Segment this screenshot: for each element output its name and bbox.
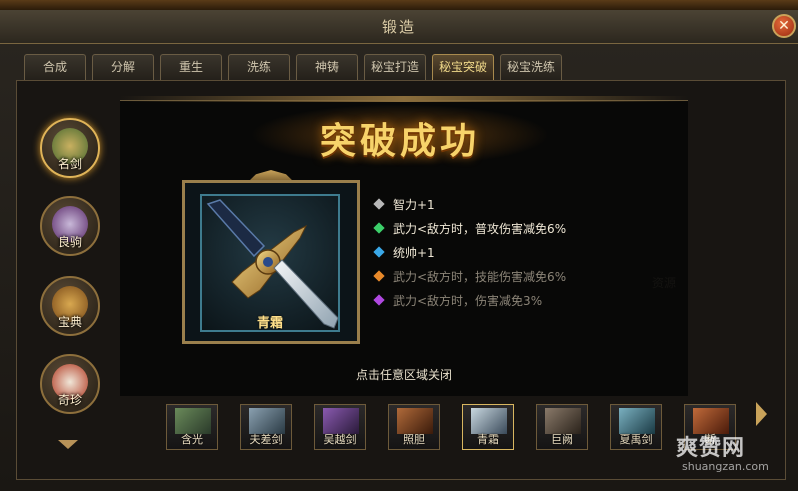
strip-item[interactable]: 巨阙 [536,404,588,450]
strip-item[interactable]: 青霜 [462,404,514,450]
close-icon: ✕ [778,18,790,34]
sword-icon [206,199,339,329]
tab-refine[interactable]: 洗练 [228,54,290,80]
tab-bar: 合成 分解 重生 洗练 神铸 秘宝打造 秘宝突破 秘宝洗练 [24,54,562,80]
category-treasure-book[interactable]: 宝典 [40,276,100,336]
category-rare-treasure[interactable]: 奇珍 [40,354,100,414]
close-hint[interactable]: 点击任意区域关闭 [120,366,688,383]
strip-item[interactable]: 夫差剑 [240,404,292,450]
tab-treasure-refine[interactable]: 秘宝洗练 [500,54,562,80]
watermark-url: shuangzan.com [682,460,769,473]
tab-rebirth[interactable]: 重生 [160,54,222,80]
top-decoration-strip [0,0,798,10]
gem-icon [373,270,385,282]
gem-icon [373,294,385,306]
window-title: 锻造 [381,18,416,36]
item-name: 青霜 [256,316,283,331]
stat-line: 统帅+1 [372,244,435,264]
category-famous-sword[interactable]: 名剑 [40,118,100,178]
tab-treasure-forge[interactable]: 秘宝打造 [364,54,426,80]
strip-item[interactable]: 照胆 [388,404,440,450]
strip-item[interactable]: 夏禹剑 [610,404,662,450]
chevron-down-icon[interactable] [58,440,78,449]
close-button[interactable]: ✕ [772,14,796,38]
category-fine-horse[interactable]: 良驹 [40,196,100,256]
popup-banner-title: 突破成功 [319,120,480,162]
stat-line: 武力<敌方时，普攻伤害减免6% [372,220,566,240]
stat-line: 武力<敌方时，伤害减免3% [372,292,542,312]
watermark-logo: 爽赞网 [676,436,746,461]
tab-divine-cast[interactable]: 神铸 [296,54,358,80]
strip-item[interactable]: 含光 [166,404,218,450]
tab-decompose[interactable]: 分解 [92,54,154,80]
tab-treasure-breakthrough[interactable]: 秘宝突破 [432,54,494,80]
popup-top-ornament [120,96,688,102]
chevron-right-icon[interactable] [756,402,767,426]
tab-synthesis[interactable]: 合成 [24,54,86,80]
gem-icon [373,246,385,258]
stat-line: 智力+1 [372,196,435,216]
gem-icon [373,198,385,210]
strip-item[interactable]: 吴越剑 [314,404,366,450]
gem-icon [373,222,385,234]
stat-line: 武力<敌方时，技能伤害减免6% [372,268,566,288]
